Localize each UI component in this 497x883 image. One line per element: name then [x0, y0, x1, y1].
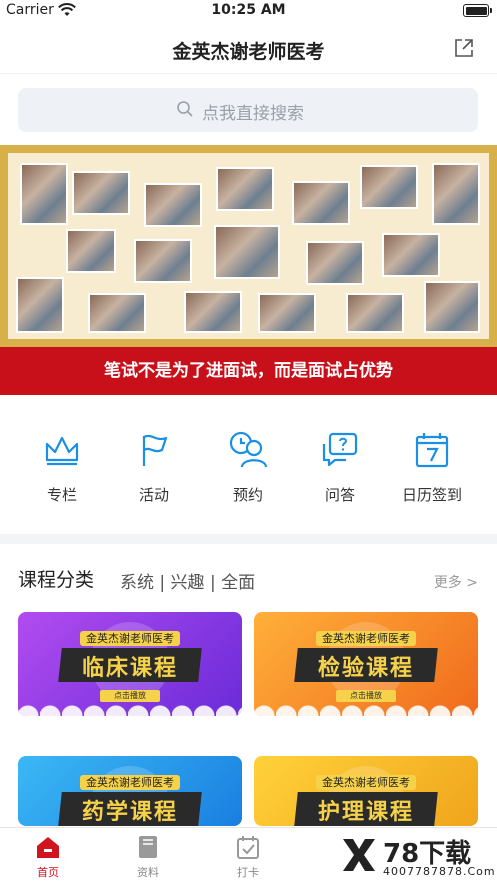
quick-action-qa[interactable]: 问答: [300, 430, 380, 505]
course-card-nursing[interactable]: 金英杰谢老师医考 护理课程: [254, 756, 478, 826]
course-name: 临床课程: [81, 656, 178, 681]
quick-action-label: 活动: [138, 486, 169, 504]
classroom-photo: [20, 163, 68, 225]
course-card-clinical[interactable]: 金英杰谢老师医考 临床课程 点击播放: [18, 612, 242, 716]
quick-action-label: 专栏: [46, 486, 77, 504]
quick-action-activity[interactable]: 活动: [114, 430, 194, 505]
classroom-photo: [214, 225, 280, 279]
course-category-header: 课程分类 系统 | 兴趣 | 全面 更多 >: [18, 560, 478, 596]
classroom-photo: [382, 233, 440, 277]
banner-slogan: 笔试不是为了进面试，而是面试占优势: [104, 361, 393, 381]
course-card-pharmacy[interactable]: 金英杰谢老师医考 药学课程: [18, 756, 242, 826]
classroom-photo: [72, 171, 130, 215]
quick-action-booking[interactable]: 预约: [208, 430, 288, 505]
home-icon: [37, 837, 59, 858]
section-tags: 系统 | 兴趣 | 全面: [120, 573, 256, 593]
tab-label: 首页: [37, 866, 59, 879]
quick-actions: 专栏 活动 预约 问答 日历签到: [0, 420, 497, 520]
tab-label: 打卡: [237, 866, 259, 879]
calendar-icon: [415, 433, 449, 468]
flag-icon: [142, 434, 168, 466]
course-brand: 金英杰谢老师医考: [254, 774, 478, 790]
classroom-photo: [88, 293, 146, 333]
clock-user-icon: [229, 431, 268, 468]
section-divider: [0, 534, 497, 544]
banner-photo-board: [0, 145, 497, 347]
clock: 10:25 AM: [211, 2, 286, 18]
quick-action-label: 日历签到: [401, 486, 462, 504]
course-name: 护理课程: [317, 800, 414, 825]
tab-home[interactable]: 首页: [8, 834, 88, 880]
play-button[interactable]: 点击播放: [100, 690, 160, 702]
page-title: 金英杰谢老师医考: [172, 41, 325, 63]
tab-bar: 首页 资料 打卡 78下载 4007787878.Com: [0, 827, 497, 883]
classroom-photo: [144, 183, 202, 227]
classroom-photo: [346, 293, 404, 333]
calendar-check-icon: [237, 836, 259, 859]
course-brand: 金英杰谢老师医考: [18, 774, 242, 790]
classroom-photo: [216, 167, 274, 211]
classroom-photo: [306, 241, 364, 285]
classroom-photo: [134, 239, 192, 283]
share-icon[interactable]: [453, 37, 475, 59]
quick-action-checkin[interactable]: 日历签到: [392, 430, 472, 505]
course-card-lab[interactable]: 金英杰谢老师医考 检验课程 点击播放: [254, 612, 478, 716]
x-logo-icon: [343, 839, 375, 871]
watermark-logo: 78下载 4007787878.Com: [339, 831, 495, 881]
quick-action-label: 预约: [232, 486, 263, 504]
classroom-photo: [184, 291, 242, 333]
classroom-photo: [66, 229, 116, 273]
tab-materials[interactable]: 资料: [108, 834, 188, 880]
classroom-photo: [292, 181, 350, 225]
course-name: 检验课程: [317, 656, 414, 681]
chat-question-icon: [322, 432, 358, 467]
classroom-photo: [258, 293, 316, 333]
quick-action-column[interactable]: 专栏: [22, 430, 102, 505]
watermark-url: 4007787878.Com: [383, 865, 496, 878]
book-icon: [139, 836, 157, 858]
course-brand: 金英杰谢老师医考: [18, 630, 242, 646]
play-button[interactable]: 点击播放: [336, 690, 396, 702]
classroom-photo: [360, 165, 418, 209]
banner-slogan-ribbon: 笔试不是为了进面试，而是面试占优势: [0, 347, 497, 395]
promo-banner[interactable]: 笔试不是为了进面试，而是面试占优势: [0, 145, 497, 395]
crown-icon: [45, 436, 79, 466]
tab-label: 资料: [137, 866, 159, 879]
more-link[interactable]: 更多 >: [434, 572, 478, 592]
search-icon: [177, 101, 193, 117]
nav-bar: 金英杰谢老师医考: [0, 24, 497, 74]
course-brand: 金英杰谢老师医考: [254, 630, 478, 646]
status-bar: Carrier 10:25 AM: [0, 0, 497, 22]
course-name: 药学课程: [81, 800, 178, 825]
classroom-photo: [432, 163, 480, 225]
search-placeholder: 点我直接搜索: [202, 104, 304, 124]
classroom-photo: [424, 281, 480, 333]
quick-action-label: 问答: [324, 486, 355, 504]
battery-icon: [463, 4, 492, 17]
search-bar[interactable]: 点我直接搜索: [18, 88, 478, 132]
tab-checkin[interactable]: 打卡: [208, 834, 288, 880]
classroom-photo: [16, 277, 64, 333]
section-title: 课程分类: [18, 569, 95, 591]
